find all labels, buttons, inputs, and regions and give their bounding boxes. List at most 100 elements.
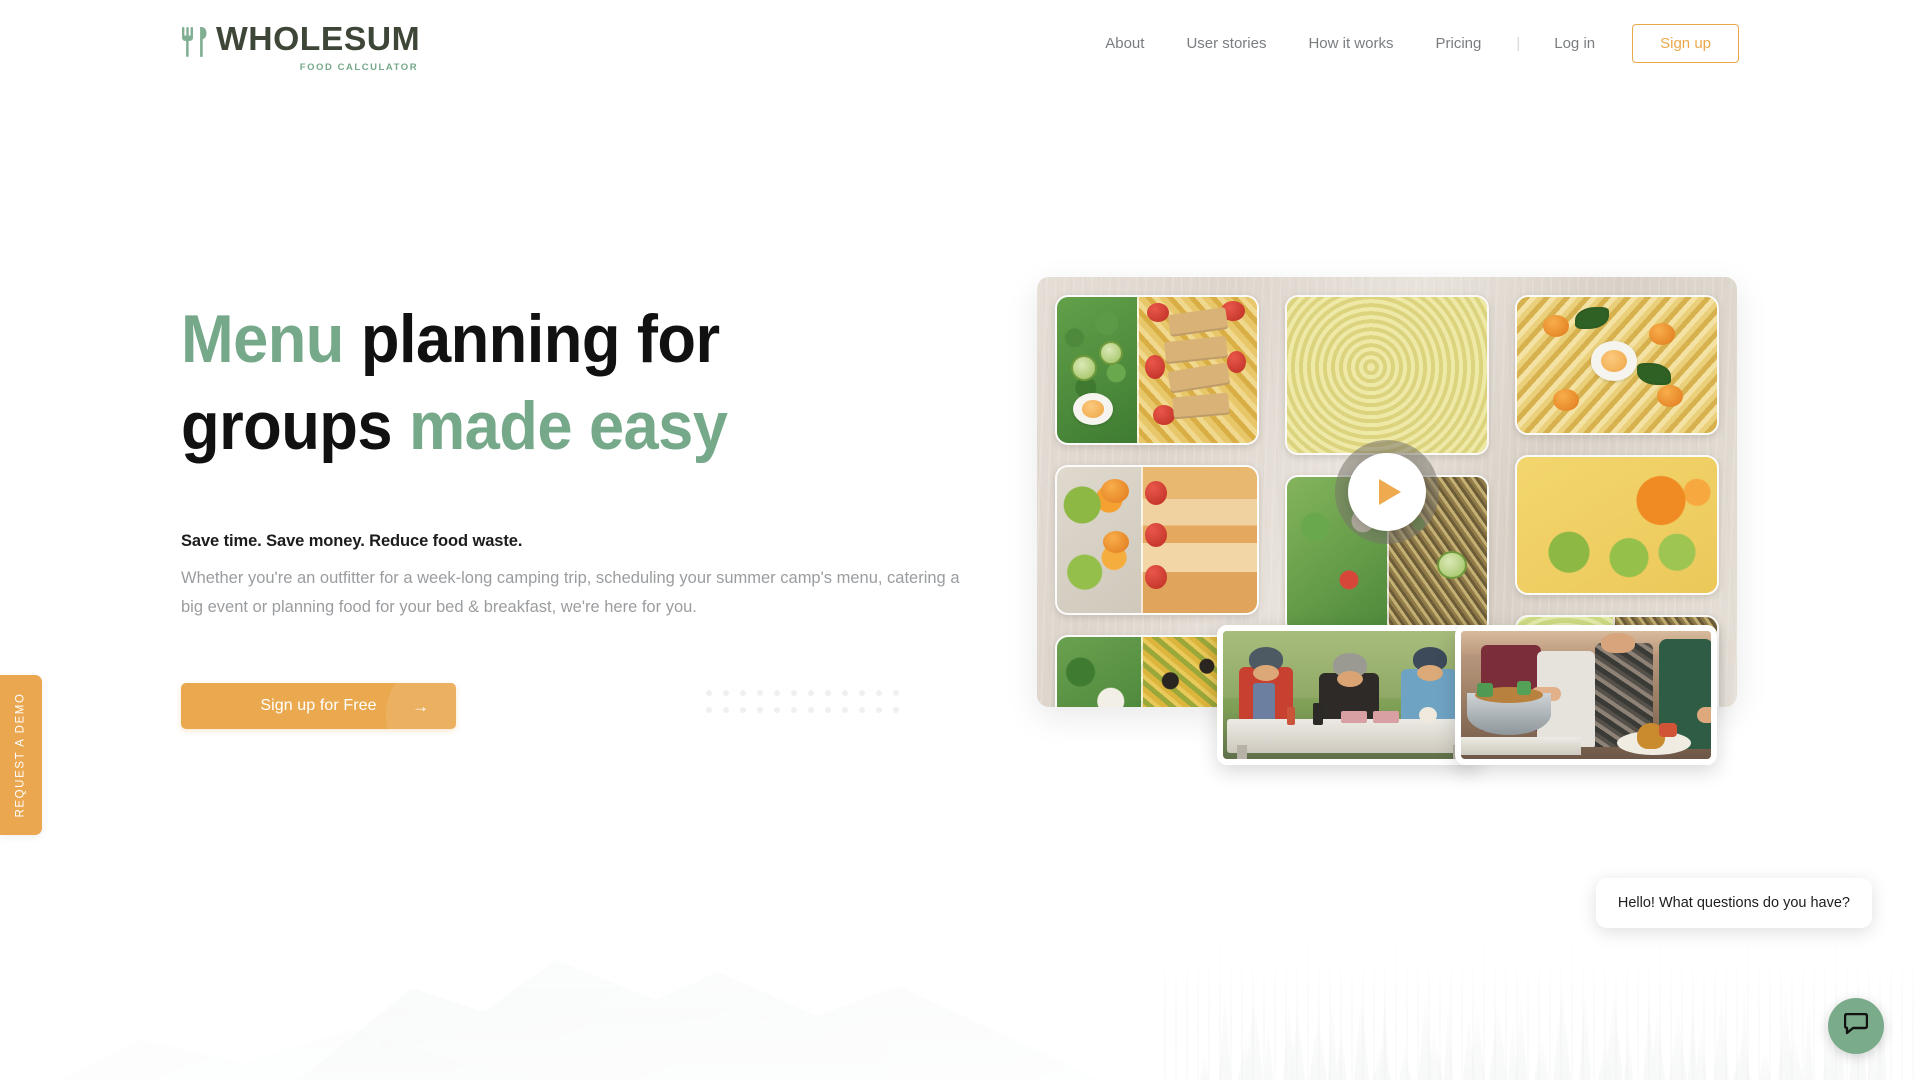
tree-silhouette bbox=[1579, 990, 1591, 1080]
tree-silhouette bbox=[1804, 996, 1813, 1080]
tree-silhouette bbox=[1650, 1011, 1665, 1080]
tree-silhouette bbox=[1489, 1004, 1507, 1080]
tree-silhouette bbox=[1553, 990, 1571, 1080]
headline-part-4: made easy bbox=[408, 388, 728, 464]
chat-toggle-button[interactable] bbox=[1828, 998, 1884, 1054]
grid-dot bbox=[859, 690, 865, 696]
play-video-button[interactable] bbox=[1335, 440, 1439, 544]
site-header: WHOLESUM FOOD CALCULATOR About User stor… bbox=[0, 0, 1920, 86]
hero-cta-row: Sign up for Free → bbox=[181, 683, 1001, 729]
grid-dot bbox=[808, 690, 814, 696]
headline-part-2: planning for bbox=[343, 301, 720, 377]
grid-dot bbox=[825, 690, 831, 696]
hero-subtext: Whether you're an outfitter for a week-l… bbox=[181, 569, 960, 616]
tree-silhouette bbox=[1759, 1049, 1771, 1080]
forest-trees bbox=[1200, 960, 1900, 1080]
grid-dot bbox=[723, 690, 729, 696]
tree-silhouette bbox=[1695, 1026, 1707, 1080]
tree-silhouette bbox=[1688, 1000, 1697, 1080]
request-demo-label: REQUEST A DEMO bbox=[15, 692, 28, 818]
photo-card-serving-food[interactable] bbox=[1455, 625, 1717, 765]
page-title: Menu planning for groups made easy bbox=[181, 296, 944, 470]
tree-silhouette bbox=[1238, 1037, 1253, 1080]
tree-silhouette bbox=[1328, 999, 1337, 1080]
tree-silhouette bbox=[1669, 1012, 1687, 1080]
grid-dot bbox=[825, 707, 831, 713]
tree-silhouette bbox=[1245, 994, 1263, 1080]
grid-dot bbox=[706, 690, 712, 696]
tree-silhouette bbox=[1373, 1044, 1391, 1080]
tree-silhouette bbox=[1534, 1035, 1549, 1080]
tree-silhouette bbox=[1643, 1001, 1655, 1080]
grid-dot bbox=[842, 690, 848, 696]
tree-silhouette bbox=[1380, 990, 1389, 1080]
chat-greeting-bubble[interactable]: Hello! What questions do you have? bbox=[1595, 878, 1872, 928]
main-navigation: About User stories How it works Pricing … bbox=[1084, 24, 1739, 63]
decorative-dot-grid bbox=[706, 690, 910, 724]
grid-dot bbox=[791, 707, 797, 713]
tree-silhouette bbox=[1560, 1051, 1569, 1080]
tree-silhouette bbox=[1508, 1020, 1517, 1080]
mountain-silhouette-secondary bbox=[0, 1029, 640, 1080]
tree-silhouette bbox=[1399, 1047, 1411, 1080]
meal-container bbox=[1515, 295, 1719, 435]
mountain-silhouette-primary bbox=[250, 960, 1150, 1080]
grid-dot bbox=[757, 707, 763, 713]
grid-dot bbox=[774, 690, 780, 696]
headline-part-1: Menu bbox=[181, 301, 344, 377]
tree-silhouette bbox=[1335, 1028, 1347, 1080]
grid-dot bbox=[876, 707, 882, 713]
tree-silhouette bbox=[1515, 995, 1527, 1080]
fork-knife-icon bbox=[181, 27, 209, 62]
hero-lede: Save time. Save money. Reduce food waste… bbox=[181, 532, 523, 550]
signup-for-free-button[interactable]: Sign up for Free → bbox=[181, 683, 456, 729]
play-icon bbox=[1348, 453, 1426, 531]
forest-texture bbox=[1160, 930, 1920, 1080]
grid-dot bbox=[893, 707, 899, 713]
nav-link-pricing[interactable]: Pricing bbox=[1414, 35, 1502, 52]
tree-silhouette bbox=[1425, 1031, 1443, 1080]
tree-silhouette bbox=[1733, 1041, 1751, 1080]
photo-card-outdoor-prep[interactable] bbox=[1217, 625, 1479, 765]
signup-button[interactable]: Sign up bbox=[1632, 24, 1739, 63]
nav-link-about[interactable]: About bbox=[1084, 35, 1165, 52]
login-link[interactable]: Log in bbox=[1534, 35, 1615, 52]
meal-container bbox=[1515, 455, 1719, 595]
meal-container bbox=[1055, 465, 1259, 615]
tree-silhouette bbox=[1785, 1033, 1803, 1080]
grid-dot bbox=[859, 707, 865, 713]
nav-divider: | bbox=[1516, 35, 1521, 52]
hero-media-collage bbox=[1037, 277, 1737, 765]
grid-dot bbox=[723, 707, 729, 713]
tree-silhouette bbox=[1778, 991, 1793, 1080]
tree-silhouette bbox=[1219, 990, 1231, 1080]
grid-dot bbox=[791, 690, 797, 696]
grid-dot bbox=[893, 690, 899, 696]
tree-silhouette bbox=[1354, 992, 1369, 1080]
nav-link-user-stories[interactable]: User stories bbox=[1165, 35, 1287, 52]
headline-part-3: groups bbox=[181, 388, 409, 464]
nav-link-how-it-works[interactable]: How it works bbox=[1287, 35, 1414, 52]
tree-silhouette bbox=[1418, 991, 1433, 1080]
grid-dot bbox=[808, 707, 814, 713]
tree-silhouette bbox=[1463, 1016, 1475, 1080]
tree-silhouette bbox=[1624, 1024, 1633, 1080]
tree-silhouette bbox=[1283, 1002, 1295, 1080]
tree-silhouette bbox=[1598, 1040, 1613, 1080]
grid-dot bbox=[757, 690, 763, 696]
grid-dot bbox=[774, 707, 780, 713]
grid-dot bbox=[706, 707, 712, 713]
tree-silhouette bbox=[1309, 1014, 1327, 1080]
logo-tagline: FOOD CALCULATOR bbox=[299, 62, 419, 73]
grid-dot bbox=[842, 707, 848, 713]
chat-greeting-text: Hello! What questions do you have? bbox=[1617, 895, 1850, 911]
tree-silhouette bbox=[1470, 1007, 1485, 1080]
grid-dot bbox=[876, 690, 882, 696]
play-ring bbox=[1335, 440, 1439, 544]
grid-dot bbox=[740, 690, 746, 696]
meal-container-glass bbox=[1285, 295, 1489, 455]
tree-silhouette bbox=[1740, 990, 1749, 1080]
logo[interactable]: WHOLESUM FOOD CALCULATOR bbox=[181, 22, 420, 73]
request-demo-tab[interactable]: REQUEST A DEMO bbox=[0, 675, 42, 835]
tree-silhouette bbox=[1605, 993, 1623, 1080]
